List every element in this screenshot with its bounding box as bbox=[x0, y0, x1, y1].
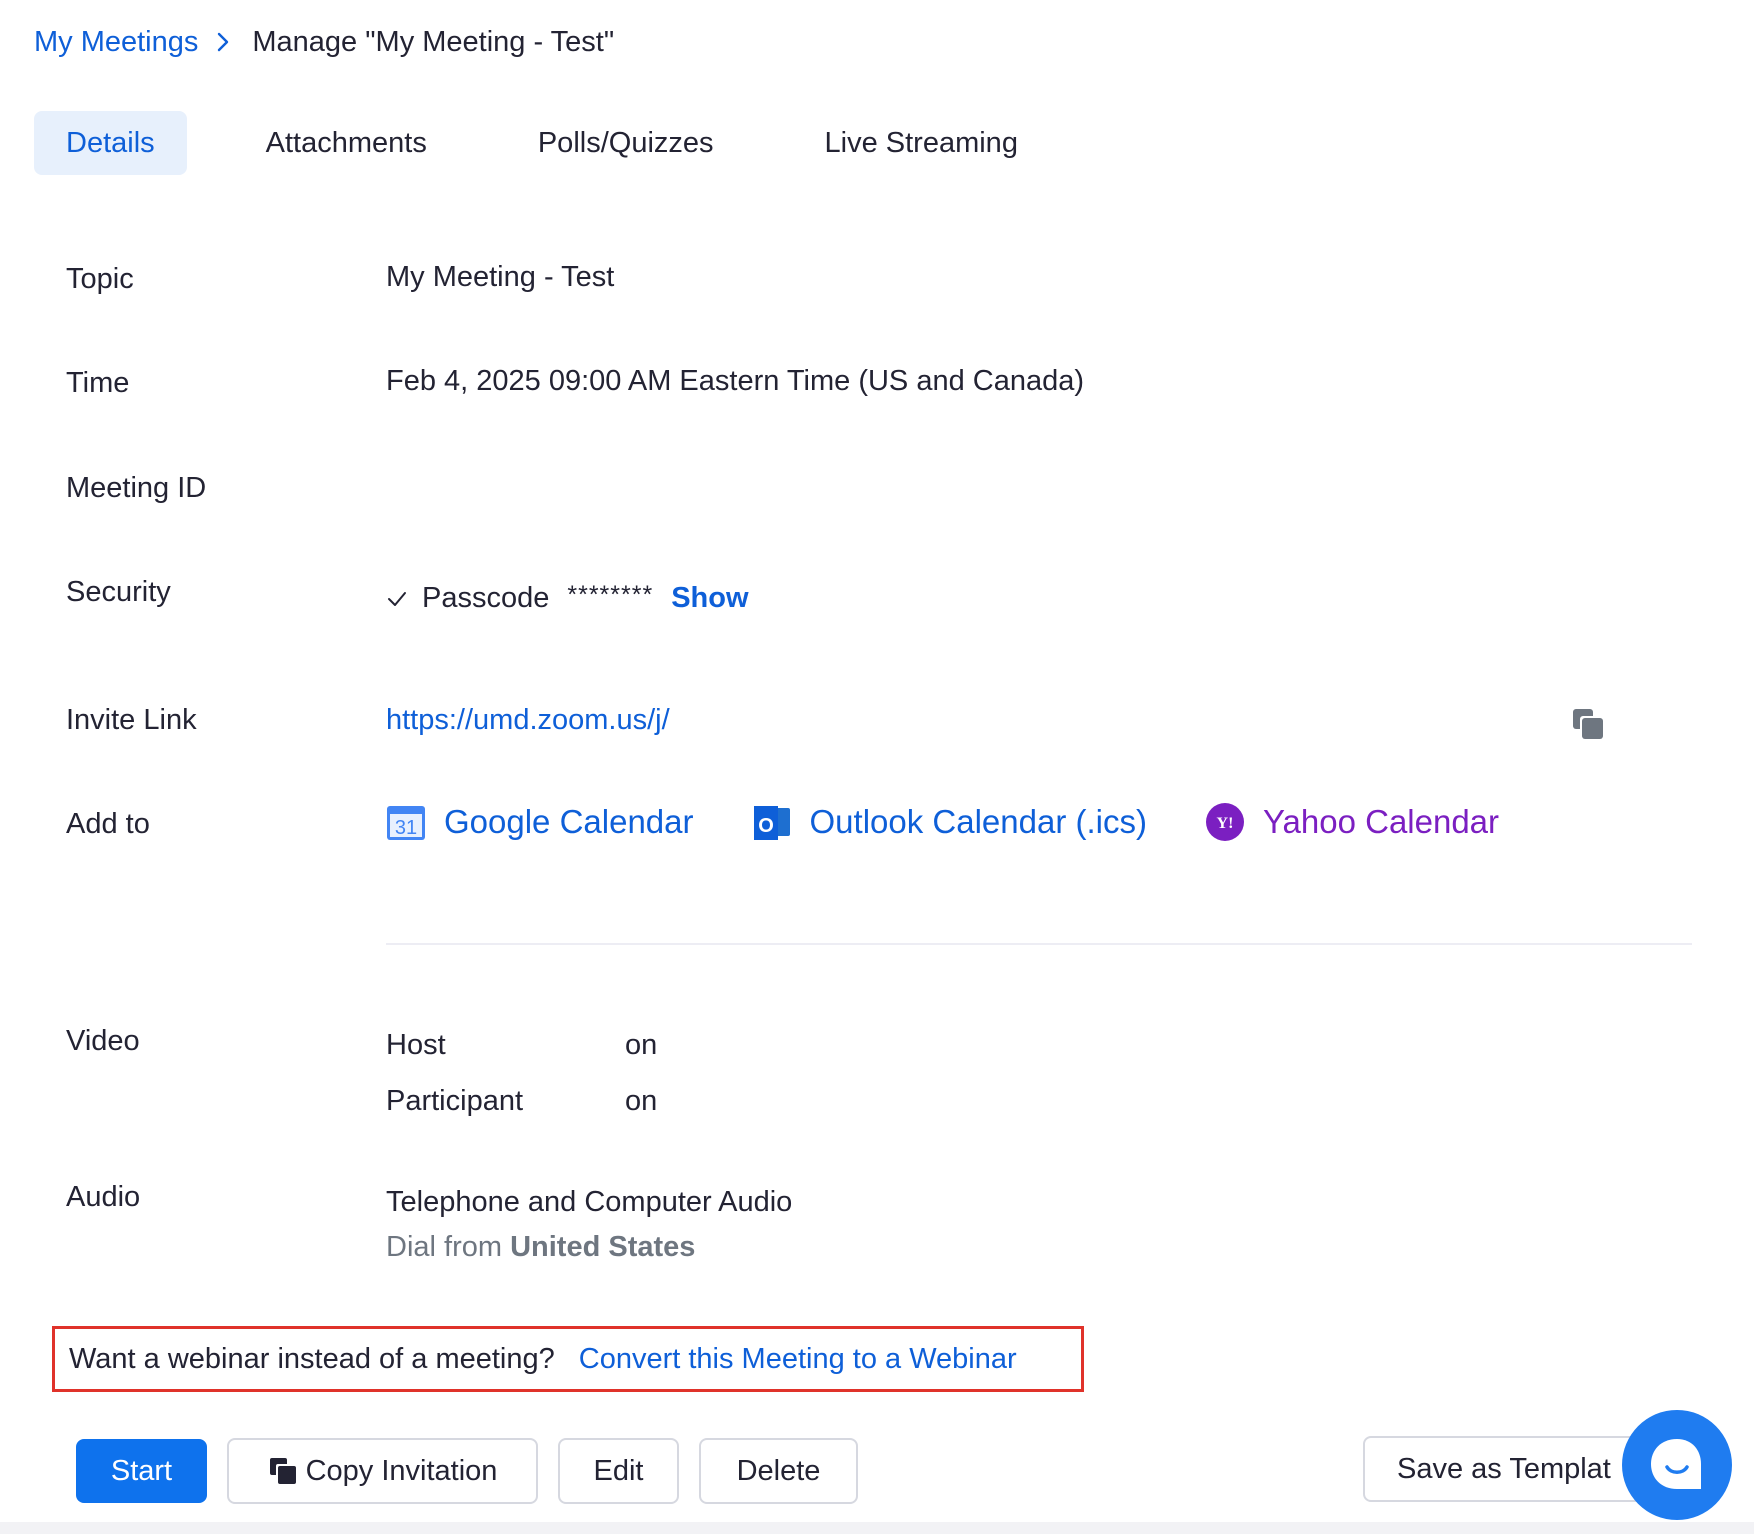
checkmark-icon bbox=[386, 588, 408, 610]
outlook-icon: O bbox=[752, 802, 792, 842]
save-as-template-button[interactable]: Save as Templat bbox=[1363, 1436, 1643, 1502]
outlook-calendar-label: Outlook Calendar (.ics) bbox=[809, 803, 1147, 840]
tab-details[interactable]: Details bbox=[34, 111, 187, 175]
chat-icon bbox=[1645, 1433, 1709, 1497]
audio-value: Telephone and Computer Audio bbox=[386, 1186, 793, 1218]
topic-label: Topic bbox=[66, 263, 134, 295]
copy-icon[interactable] bbox=[1571, 707, 1605, 741]
tab-attachments[interactable]: Attachments bbox=[234, 111, 459, 175]
meeting-details-page: My Meetings Manage "My Meeting - Test" D… bbox=[0, 0, 1754, 1534]
google-calendar-icon: 31 bbox=[386, 802, 426, 842]
edit-button[interactable]: Edit bbox=[558, 1438, 679, 1504]
dial-from-country: United States bbox=[510, 1231, 696, 1263]
video-participant-label: Participant bbox=[386, 1085, 524, 1117]
tab-polls-quizzes[interactable]: Polls/Quizzes bbox=[506, 111, 746, 175]
invite-link-label: Invite Link bbox=[66, 704, 197, 736]
dial-from: Dial from United States bbox=[386, 1231, 695, 1264]
calendar-links: 31 Google Calendar O Outlook Calendar (.… bbox=[386, 802, 1557, 842]
copy-invitation-button[interactable]: Copy Invitation bbox=[227, 1438, 538, 1504]
video-label: Video bbox=[66, 1025, 140, 1057]
bottom-strip bbox=[0, 1522, 1754, 1534]
passcode-label: Passcode bbox=[422, 582, 550, 614]
section-divider bbox=[386, 943, 1692, 945]
security-row: Passcode ******** Show bbox=[386, 581, 749, 615]
delete-button[interactable]: Delete bbox=[699, 1438, 858, 1504]
google-calendar-icon-text: 31 bbox=[395, 817, 417, 839]
webinar-question: Want a webinar instead of a meeting? bbox=[69, 1342, 555, 1375]
passcode-value: ******** bbox=[567, 581, 654, 609]
time-value: Feb 4, 2025 09:00 AM Eastern Time (US an… bbox=[386, 365, 1085, 397]
chat-button[interactable] bbox=[1622, 1410, 1732, 1520]
copy-invitation-label: Copy Invitation bbox=[305, 1454, 498, 1487]
time-label: Time bbox=[66, 367, 130, 399]
breadcrumb: My Meetings Manage "My Meeting - Test" bbox=[34, 20, 614, 64]
outlook-calendar-link[interactable]: O Outlook Calendar (.ics) bbox=[752, 802, 1147, 842]
add-to-label: Add to bbox=[66, 808, 150, 840]
yahoo-calendar-label: Yahoo Calendar bbox=[1262, 803, 1500, 840]
yahoo-calendar-link[interactable]: Y! Yahoo Calendar bbox=[1205, 802, 1499, 842]
invite-link-url[interactable]: https://umd.zoom.us/j/ bbox=[386, 704, 670, 737]
security-label: Security bbox=[66, 576, 171, 608]
start-button[interactable]: Start bbox=[76, 1439, 207, 1503]
yahoo-icon: Y! bbox=[1205, 802, 1245, 842]
tab-live-streaming[interactable]: Live Streaming bbox=[793, 111, 1050, 175]
topic-value: My Meeting - Test bbox=[386, 261, 615, 293]
outlook-icon-text: O bbox=[758, 815, 774, 837]
webinar-convert-box: Want a webinar instead of a meeting? Con… bbox=[52, 1326, 1084, 1392]
google-calendar-label: Google Calendar bbox=[444, 803, 694, 840]
video-participant-value: on bbox=[625, 1085, 658, 1117]
google-calendar-link[interactable]: 31 Google Calendar bbox=[386, 802, 694, 842]
breadcrumb-my-meetings-link[interactable]: My Meetings bbox=[34, 26, 198, 59]
video-host-value: on bbox=[625, 1029, 658, 1061]
convert-to-webinar-link[interactable]: Convert this Meeting to a Webinar bbox=[579, 1343, 1017, 1376]
yahoo-icon-text: Y! bbox=[1217, 815, 1234, 832]
breadcrumb-current: Manage "My Meeting - Test" bbox=[252, 25, 615, 58]
meeting-id-label: Meeting ID bbox=[66, 472, 207, 504]
video-host-label: Host bbox=[386, 1029, 446, 1061]
audio-label: Audio bbox=[66, 1181, 141, 1213]
copy-icon bbox=[268, 1456, 298, 1486]
dial-from-prefix: Dial from bbox=[386, 1231, 503, 1263]
show-passcode-link[interactable]: Show bbox=[671, 582, 748, 615]
tab-bar: Details Attachments Polls/Quizzes Live S… bbox=[34, 111, 1097, 175]
chevron-right-icon bbox=[216, 31, 230, 53]
